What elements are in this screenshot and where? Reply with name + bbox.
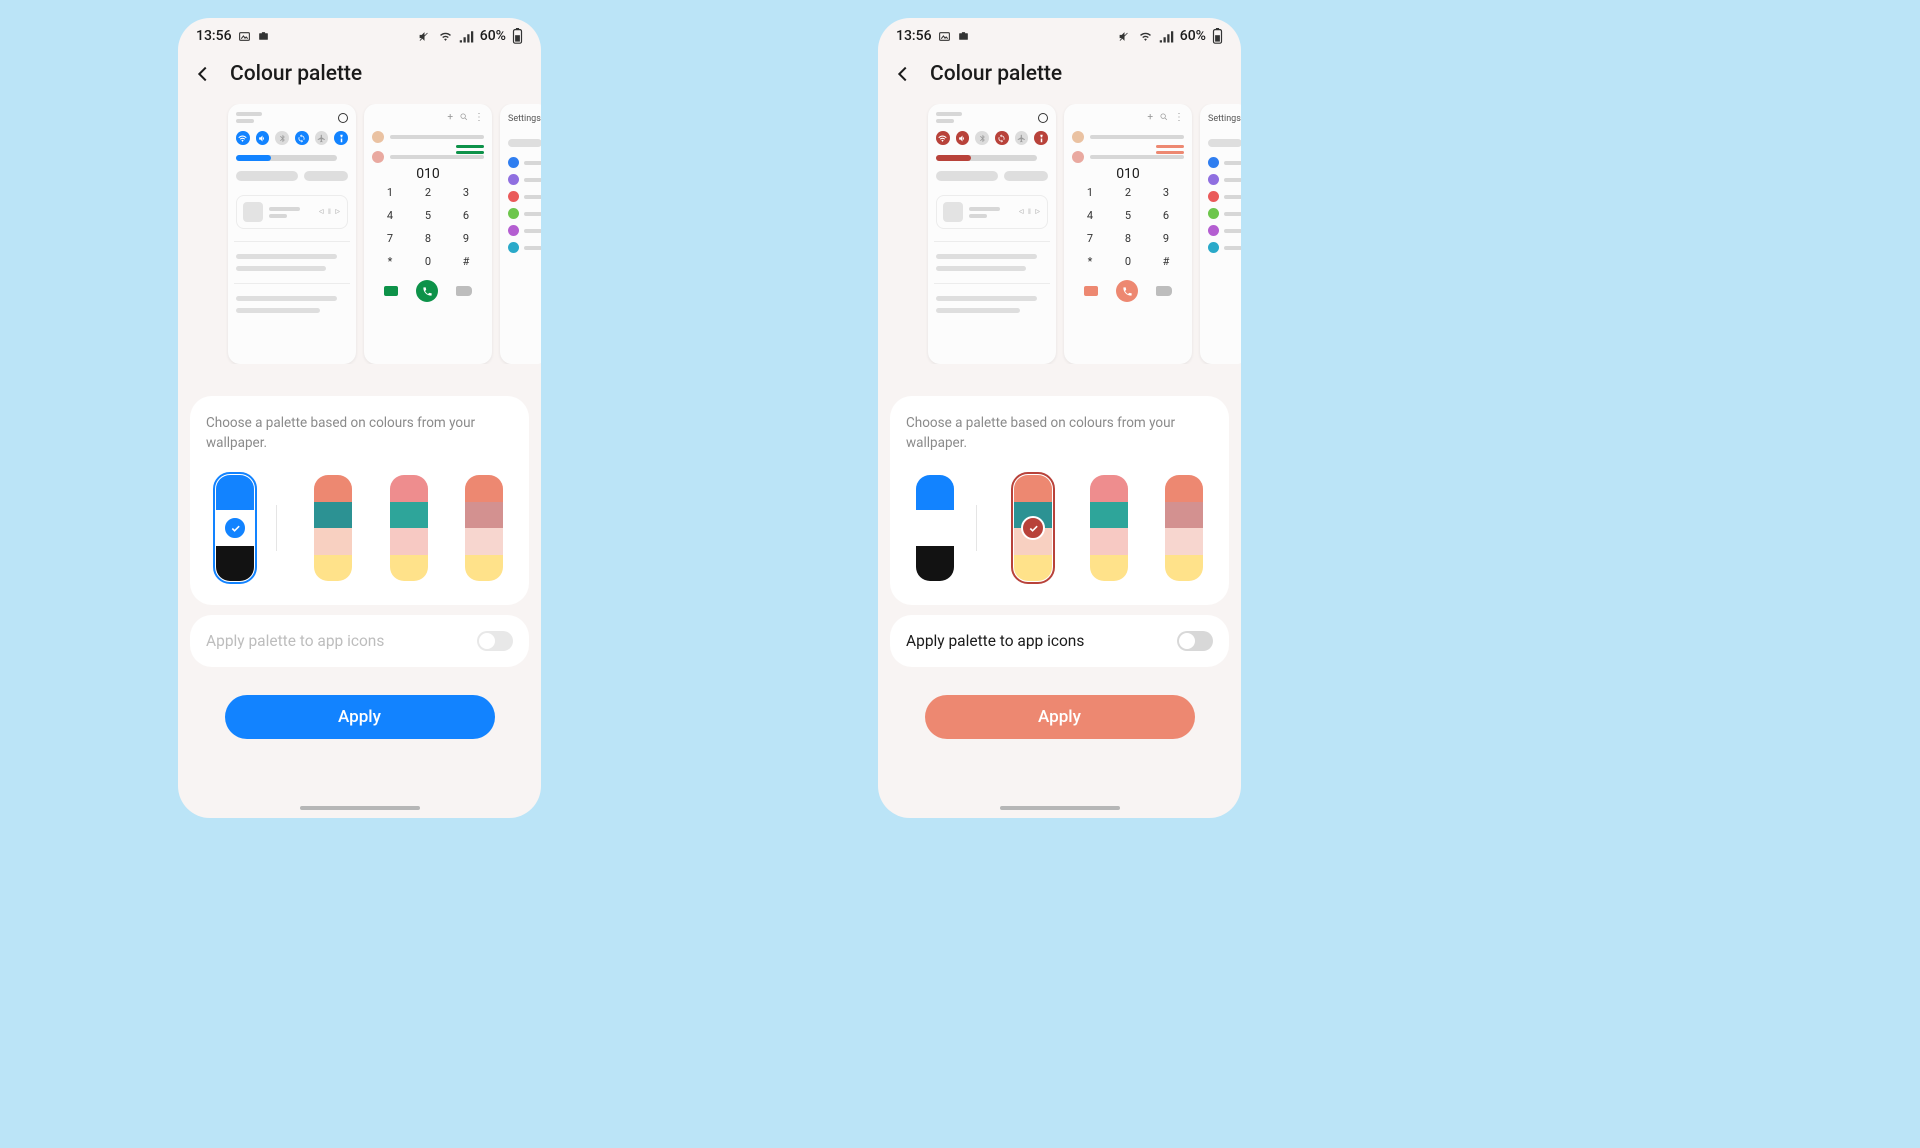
apply-icons-row[interactable]: Apply palette to app icons [190, 615, 529, 667]
back-icon[interactable] [892, 63, 914, 85]
apply-icons-row[interactable]: Apply palette to app icons [890, 615, 1229, 667]
signal-icon [1159, 30, 1174, 43]
page-title: Colour palette [930, 62, 1062, 86]
clock: 13:56 [196, 28, 232, 44]
preview-quicksettings: ᐊ ‖ ᐅ [928, 104, 1056, 364]
palette-swatch[interactable] [1165, 475, 1203, 581]
preview-quicksettings: ᐊ ‖ ᐅ [228, 104, 356, 364]
gear-icon [1038, 113, 1048, 123]
mute-icon [417, 30, 432, 43]
battery-pct: 60% [1180, 28, 1206, 44]
preview-dialer: +⋮ 010 123456789*0# [1064, 104, 1192, 364]
palette-swatch[interactable] [390, 475, 428, 581]
preview-settings: Settings [1200, 104, 1241, 364]
palette-section: Choose a palette based on colours from y… [190, 396, 529, 605]
toggle-switch[interactable] [1177, 631, 1213, 651]
briefcase-icon [257, 30, 270, 43]
wifi-icon [438, 30, 453, 43]
image-icon [238, 30, 251, 43]
home-indicator [1000, 806, 1120, 810]
page-title: Colour palette [230, 62, 362, 86]
battery-icon [512, 28, 523, 44]
palette-swatch[interactable] [314, 475, 352, 581]
apply-button[interactable]: Apply [225, 695, 495, 739]
briefcase-icon [957, 30, 970, 43]
palette-desc: Choose a palette based on colours from y… [906, 414, 1213, 453]
status-bar: 13:56 60% [878, 18, 1241, 48]
palette-section: Choose a palette based on colours from y… [890, 396, 1229, 605]
signal-icon [459, 30, 474, 43]
toggle-label: Apply palette to app icons [906, 632, 1084, 650]
home-indicator [300, 806, 420, 810]
palette-desc: Choose a palette based on colours from y… [206, 414, 513, 453]
clock: 13:56 [896, 28, 932, 44]
image-icon [938, 30, 951, 43]
preview-settings: Settings [500, 104, 541, 364]
mute-icon [1117, 30, 1132, 43]
battery-icon [1212, 28, 1223, 44]
palette-swatch[interactable] [916, 475, 954, 581]
apply-button[interactable]: Apply [925, 695, 1195, 739]
preview-dialer: +⋮ 010 123456789*0# [364, 104, 492, 364]
back-icon[interactable] [192, 63, 214, 85]
toggle-switch[interactable] [477, 631, 513, 651]
status-bar: 13:56 60% [178, 18, 541, 48]
gear-icon [338, 113, 348, 123]
toggle-label: Apply palette to app icons [206, 632, 384, 650]
palette-swatch[interactable] [1090, 475, 1128, 581]
palette-swatch[interactable] [216, 475, 254, 581]
battery-pct: 60% [480, 28, 506, 44]
wifi-icon [1138, 30, 1153, 43]
palette-swatch[interactable] [465, 475, 503, 581]
palette-swatch[interactable] [1014, 475, 1052, 581]
